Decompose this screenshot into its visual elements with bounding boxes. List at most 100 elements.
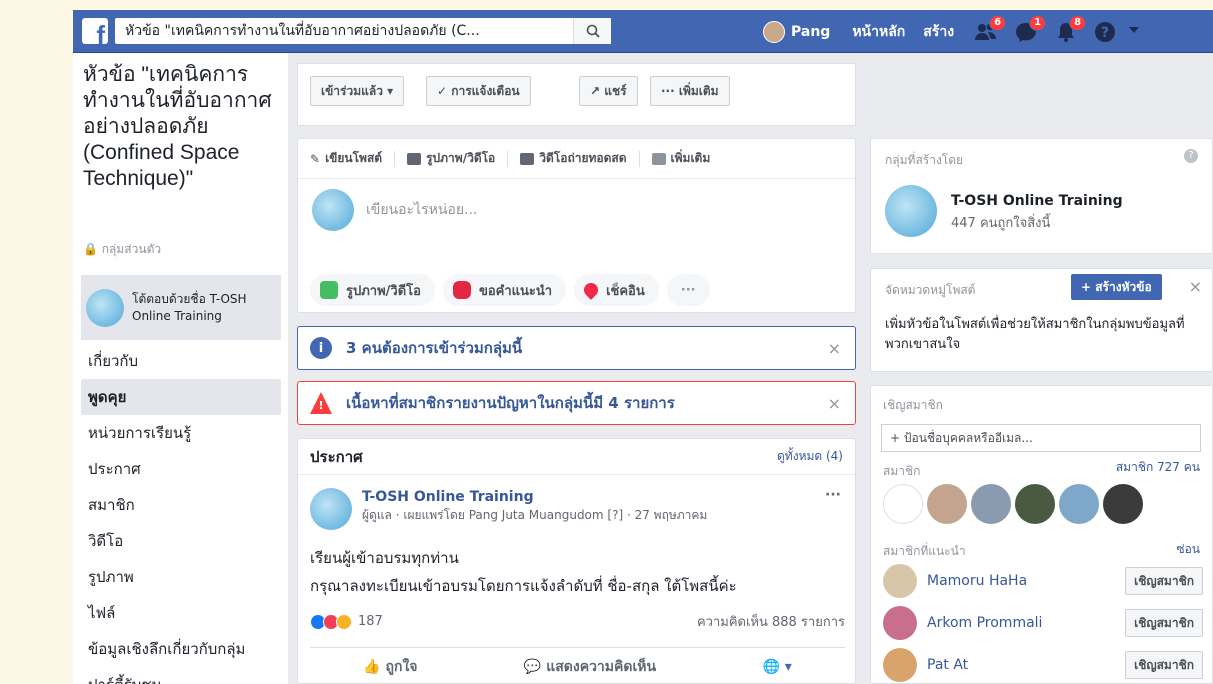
act-as-page-box[interactable]: โต้ตอบด้วยชื่อ T-OSH Online Training xyxy=(81,275,281,340)
tab-more-label: เพิ่มเติม xyxy=(670,151,711,165)
members-card: เชิญสมาชิก + ป้อนชื่อบุคคลหรืออีเมล... ส… xyxy=(870,385,1213,684)
left-column: หัวข้อ "เทคนิคการทำงานในที่อับอากาศอย่าง… xyxy=(73,53,288,684)
share-button[interactable]: ↗ แชร์ xyxy=(579,76,638,106)
reactions-summary[interactable]: 187 xyxy=(310,613,383,630)
creator-avatar[interactable] xyxy=(885,185,937,237)
home-link[interactable]: หน้าหลัก xyxy=(852,21,905,43)
announcements-card: ประกาศ ดูทั้งหมด (4) T-OSH Online Traini… xyxy=(297,438,856,684)
suggested-member-row: Arkom Prommali เชิญสมาชิก xyxy=(883,606,1203,640)
friend-requests-button[interactable]: 6 xyxy=(974,14,1007,43)
account-menu-button[interactable] xyxy=(1128,24,1140,39)
see-all-link[interactable]: ดูทั้งหมด (4) xyxy=(777,447,843,466)
member-avatar[interactable] xyxy=(1103,484,1143,524)
ask-recommendations-button[interactable]: ขอคำแนะนำ xyxy=(442,274,567,306)
audience-selector[interactable]: 🌐 ▾ xyxy=(762,659,791,675)
page-logo xyxy=(86,288,124,327)
creator-name[interactable]: T-OSH Online Training xyxy=(951,190,1123,212)
tab-write-post[interactable]: ✎ เขียนโพสต์ xyxy=(310,149,382,168)
friend-requests-badge: 6 xyxy=(989,14,1007,31)
search-button[interactable] xyxy=(573,18,611,44)
profile-link[interactable]: Pang xyxy=(763,20,831,43)
suggested-member-name[interactable]: Pat At xyxy=(927,657,1125,673)
composer-input-row[interactable]: เขียนอะไรหน่อย... xyxy=(298,179,855,241)
reported-content-text[interactable]: เนื้อหาที่สมาชิกรายงานปัญหาในกลุ่มนี้มี … xyxy=(346,391,675,415)
notifications-button[interactable]: 8 xyxy=(1054,14,1087,43)
caret-down-icon xyxy=(1129,27,1140,33)
suggested-member-name[interactable]: Arkom Prommali xyxy=(927,615,1125,631)
photo-video-label: รูปภาพ/วิดีโอ xyxy=(346,283,421,299)
nav-about[interactable]: เกี่ยวกับ xyxy=(81,343,281,379)
search-input[interactable]: หัวข้อ "เทคนิคการทำงานในที่อับอากาศอย่าง… xyxy=(115,20,573,42)
nav-announcements[interactable]: ประกาศ xyxy=(81,451,281,487)
nav-files[interactable]: ไฟล์ xyxy=(81,595,281,631)
avatar xyxy=(763,20,785,43)
nav-units[interactable]: หน่วยการเรียนรู้ xyxy=(81,415,281,451)
notifications-toggle-button[interactable]: ✓ การแจ้งเตือน xyxy=(426,76,531,106)
photo-icon xyxy=(407,152,422,165)
create-link[interactable]: สร้าง xyxy=(923,21,954,43)
member-avatar[interactable] xyxy=(1015,484,1055,524)
comment-count[interactable]: ความคิดเห็น 888 รายการ xyxy=(697,611,845,632)
user-name: Pang xyxy=(791,23,831,40)
tab-live-video[interactable]: วิดีโอถ่ายทอดสด xyxy=(520,149,627,168)
member-avatar[interactable] xyxy=(1059,484,1099,524)
notifications-badge: 8 xyxy=(1069,14,1087,31)
invite-member-button[interactable]: เชิญสมาชิก xyxy=(1125,651,1203,679)
invite-member-button[interactable]: เชิญสมาชิก xyxy=(1125,609,1203,637)
nav-watch-party[interactable]: ปาร์ตี้รับชม xyxy=(81,667,281,684)
more-button[interactable]: ··· เพิ่มเติม xyxy=(650,76,730,106)
joined-button[interactable]: เข้าร่วมแล้ว ▾ xyxy=(310,76,405,106)
group-title[interactable]: หัวข้อ "เทคนิคการทำงานในที่อับอากาศอย่าง… xyxy=(83,62,283,192)
topics-card: จัดหมวดหมู่โพสต์ + สร้างหัวข้อ × เพิ่มหั… xyxy=(870,268,1213,372)
member-avatar[interactable] xyxy=(971,484,1011,524)
avatar[interactable] xyxy=(883,606,917,640)
search-box[interactable]: หัวข้อ "เทคนิคการทำงานในที่อับอากาศอย่าง… xyxy=(115,18,611,44)
hide-link[interactable]: ซ่อน xyxy=(1176,540,1200,559)
more-grid-icon xyxy=(651,152,666,165)
act-as-line2: Online Training xyxy=(132,308,222,323)
close-icon[interactable]: × xyxy=(1189,277,1202,296)
composer-more-button[interactable]: ··· xyxy=(666,274,710,306)
composer-input[interactable]: เขียนอะไรหน่อย... xyxy=(366,199,477,221)
avatar[interactable] xyxy=(883,648,917,682)
close-icon[interactable]: × xyxy=(828,339,841,358)
invite-member-button[interactable]: เชิญสมาชิก xyxy=(1125,567,1203,595)
post-line-1: เรียนผู้เข้าอบรมทุกท่าน xyxy=(310,549,459,567)
post-author[interactable]: T-OSH Online Training xyxy=(362,488,707,506)
post-options-button[interactable]: ··· xyxy=(825,487,841,503)
post-composer: ✎ เขียนโพสต์ รูปภาพ/วิดีโอ วิดีโอถ่ายทอด… xyxy=(297,138,856,313)
nav-insights[interactable]: ข้อมูลเชิงลึกเกี่ยวกับกลุ่ม xyxy=(81,631,281,667)
like-button[interactable]: 👍 ถูกใจ xyxy=(363,656,417,678)
frame-left xyxy=(0,0,73,684)
member-avatar[interactable] xyxy=(883,484,923,524)
privacy-label: 🔒 กลุ่มส่วนตัว xyxy=(83,240,161,259)
members-count-link[interactable]: สมาชิก 727 คน xyxy=(1116,458,1200,477)
tab-more[interactable]: เพิ่มเติม xyxy=(651,149,711,168)
reported-content-notice[interactable]: ! เนื้อหาที่สมาชิกรายงานปัญหาในกลุ่มนี้ม… xyxy=(297,381,856,425)
nav-right: Pang หน้าหลัก สร้าง 6 1 8 ? xyxy=(763,10,1140,53)
avatar[interactable] xyxy=(883,564,917,598)
messages-button[interactable]: 1 xyxy=(1014,14,1047,43)
reaction-count: 187 xyxy=(358,614,383,629)
nav-photos[interactable]: รูปภาพ xyxy=(81,559,281,595)
close-icon[interactable]: × xyxy=(828,394,841,413)
create-topic-button[interactable]: + สร้างหัวข้อ xyxy=(1071,274,1162,300)
facebook-logo-icon[interactable]: f xyxy=(82,18,108,44)
group-nav: เกี่ยวกับ พูดคุย หน่วยการเรียนรู้ ประกาศ… xyxy=(81,343,281,684)
nav-videos[interactable]: วิดีโอ xyxy=(81,523,281,559)
nav-members[interactable]: สมาชิก xyxy=(81,487,281,523)
help-button[interactable]: ? xyxy=(1094,21,1118,43)
suggested-member-name[interactable]: Mamoru HaHa xyxy=(927,573,1125,589)
tab-photo-video[interactable]: รูปภาพ/วิดีโอ xyxy=(407,149,495,168)
comment-button[interactable]: 💬 แสดงความคิดเห็น xyxy=(524,656,656,678)
join-requests-notice[interactable]: i 3 คนต้องการเข้าร่วมกลุ่มนี้ × xyxy=(297,326,856,370)
post-line-2: กรุณาลงทะเบียนเข้าอบรมโดยการแจ้งลำดับที่… xyxy=(310,577,737,595)
avatar[interactable] xyxy=(310,488,352,530)
member-avatar[interactable] xyxy=(927,484,967,524)
check-in-button[interactable]: เช็คอิน xyxy=(574,274,659,306)
photo-video-button[interactable]: รูปภาพ/วิดีโอ xyxy=(310,274,435,306)
join-requests-text[interactable]: 3 คนต้องการเข้าร่วมกลุ่มนี้ xyxy=(346,336,522,360)
invite-input[interactable]: + ป้อนชื่อบุคคลหรืออีเมล... xyxy=(881,424,1201,452)
nav-discussion[interactable]: พูดคุย xyxy=(81,379,281,415)
help-icon[interactable]: ? xyxy=(1184,149,1198,163)
